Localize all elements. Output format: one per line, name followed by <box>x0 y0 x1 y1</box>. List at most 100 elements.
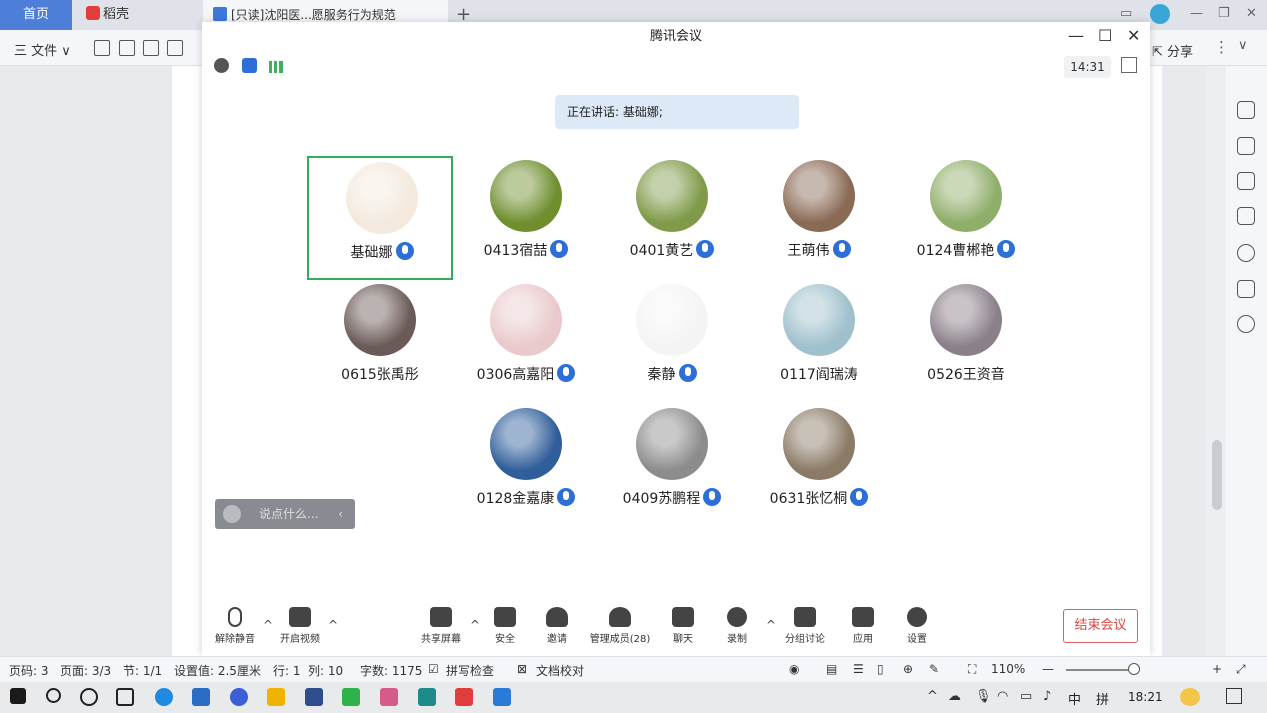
apps-button[interactable]: 应用 <box>833 607 893 647</box>
participant-tile[interactable]: 0306高嘉阳 <box>453 280 599 404</box>
emoji-icon[interactable] <box>1180 688 1200 706</box>
participant-tile[interactable]: 0631张忆桐 <box>746 404 892 528</box>
scrollbar-thumb[interactable] <box>1212 440 1222 510</box>
outline-view-icon[interactable]: ☰ <box>853 662 864 676</box>
participant-tile[interactable]: 王萌伟 <box>746 156 892 280</box>
robot-icon[interactable] <box>1237 280 1255 298</box>
fullscreen-icon[interactable]: ⤢ <box>1236 662 1246 677</box>
participant-tile[interactable]: 0526王资音 <box>893 280 1039 404</box>
end-meeting-button[interactable]: 结束会议 <box>1063 609 1138 643</box>
manage-members-button[interactable]: 管理成员(28) <box>585 607 655 647</box>
wechat-icon[interactable] <box>342 688 360 706</box>
zoom-in-icon[interactable]: + <box>1212 662 1222 676</box>
volume-icon[interactable]: ♪ <box>1043 689 1051 704</box>
video-options-chevron[interactable]: ^ <box>328 618 338 632</box>
export-pdf-icon[interactable] <box>119 40 135 56</box>
tab-docer[interactable]: 稻壳 <box>78 0 188 30</box>
wps-restore-icon[interactable]: ❐ <box>1218 6 1230 21</box>
pen-icon[interactable] <box>1237 137 1255 155</box>
participant-tile[interactable]: 0128金嘉康 <box>453 404 599 528</box>
file-menu[interactable]: 三 文件 ∨ <box>14 40 71 59</box>
doc-proof-button[interactable]: 文档校对 <box>536 662 584 679</box>
wps-close-icon[interactable]: ✕ <box>1246 6 1257 21</box>
share-screen-button[interactable]: 共享屏幕 <box>411 607 471 647</box>
zoom-slider-handle[interactable] <box>1128 663 1140 675</box>
mail-icon[interactable] <box>192 688 210 706</box>
vertical-scrollbar[interactable] <box>1208 66 1226 656</box>
cloud-icon[interactable]: ☁ <box>948 689 961 704</box>
status-word-count[interactable]: 字数: 1175 <box>360 662 422 679</box>
participant-tile[interactable]: 秦静 <box>599 280 745 404</box>
tab-home[interactable]: 首页 <box>0 0 72 30</box>
mic-icon[interactable]: 🎙 <box>975 689 992 704</box>
settings-button[interactable]: 设置 <box>887 607 947 647</box>
participant-tile[interactable]: 0124曹郴艳 <box>893 156 1039 280</box>
store-icon[interactable] <box>305 688 323 706</box>
web-view-icon[interactable]: ⊕ <box>903 662 913 676</box>
spell-check-icon[interactable]: ☑ <box>428 662 439 676</box>
chat-input[interactable]: 说点什么... ‹ <box>215 499 355 529</box>
wps-minimize-icon[interactable]: — <box>1190 6 1203 21</box>
user-avatar[interactable] <box>1150 4 1170 24</box>
chat-button[interactable]: 聊天 <box>653 607 713 647</box>
security-button[interactable]: 安全 <box>475 607 535 647</box>
cursor-icon[interactable] <box>1237 172 1255 190</box>
emoji-icon[interactable] <box>223 505 241 523</box>
more-options-icon[interactable]: ⋮ <box>1214 38 1229 56</box>
app-icon[interactable] <box>418 688 436 706</box>
info-icon[interactable] <box>214 58 229 73</box>
chevron-left-icon[interactable]: ‹ <box>338 499 343 529</box>
share-button[interactable]: ⇱ 分享 <box>1152 41 1193 60</box>
meeting-maximize-icon[interactable]: ☐ <box>1098 26 1112 45</box>
tray-overflow-icon[interactable]: ^ <box>927 689 938 704</box>
print-preview-icon[interactable] <box>167 40 183 56</box>
unmute-button[interactable]: 解除静音 <box>205 607 265 647</box>
zoom-out-icon[interactable]: — <box>1042 662 1054 676</box>
participant-tile[interactable]: 0401黄艺 <box>599 156 745 280</box>
participant-tile[interactable]: 0117阎瑞涛 <box>746 280 892 404</box>
start-video-button[interactable]: 开启视频 <box>270 607 330 647</box>
zoom-level[interactable]: 110% <box>991 662 1025 676</box>
compass-icon[interactable] <box>1237 315 1255 333</box>
notification-icon[interactable] <box>1226 688 1242 704</box>
write-view-icon[interactable]: ✎ <box>929 662 939 676</box>
participant-tile[interactable]: 0409苏鹏程 <box>599 404 745 528</box>
windows-start-icon[interactable] <box>10 688 26 704</box>
record-button[interactable]: 录制 <box>707 607 767 647</box>
wifi-icon[interactable]: ◠ <box>997 689 1008 704</box>
search-icon[interactable] <box>46 688 61 703</box>
cortana-icon[interactable] <box>80 688 98 706</box>
participant-tile[interactable]: 基础娜 <box>307 156 453 280</box>
chevron-down-icon[interactable]: ∨ <box>1238 38 1248 53</box>
battery-icon[interactable]: ▭ <box>1020 689 1032 704</box>
rocket-icon[interactable] <box>1237 101 1255 119</box>
invite-button[interactable]: 邀请 <box>527 607 587 647</box>
reading-view-icon[interactable]: ▯ <box>877 662 884 676</box>
meeting-minimize-icon[interactable]: — <box>1068 26 1084 45</box>
wps-office-icon[interactable] <box>455 688 473 706</box>
taskbar-clock[interactable]: 18:21 <box>1128 690 1163 704</box>
participant-tile[interactable]: 0615张禹彤 <box>307 280 453 404</box>
adjust-icon[interactable] <box>1237 207 1255 225</box>
app-icon[interactable] <box>380 688 398 706</box>
signal-strength-icon[interactable] <box>269 61 283 73</box>
edge-icon[interactable] <box>155 688 173 706</box>
breakout-button[interactable]: 分组讨论 <box>775 607 835 647</box>
zoom-slider[interactable] <box>1066 669 1134 671</box>
ime-mode[interactable]: 中 <box>1068 689 1081 708</box>
task-view-icon[interactable] <box>116 688 134 706</box>
meeting-close-icon[interactable]: ✕ <box>1127 26 1140 45</box>
page-view-icon[interactable]: ▤ <box>826 662 837 676</box>
help-icon[interactable] <box>1237 244 1255 262</box>
fit-page-icon[interactable]: ⛶ <box>968 662 976 677</box>
shield-icon[interactable] <box>242 58 257 73</box>
app-icon[interactable] <box>230 688 248 706</box>
ime-pinyin[interactable]: 拼 <box>1096 689 1109 708</box>
window-layout-icon[interactable]: ▭ <box>1120 6 1132 21</box>
save-icon[interactable] <box>94 40 110 56</box>
tencent-meeting-icon[interactable] <box>493 688 511 706</box>
fullscreen-icon[interactable] <box>1121 57 1137 73</box>
participant-tile[interactable]: 0413宿喆 <box>453 156 599 280</box>
file-explorer-icon[interactable] <box>267 688 285 706</box>
eye-protect-icon[interactable]: ◉ <box>789 662 799 676</box>
